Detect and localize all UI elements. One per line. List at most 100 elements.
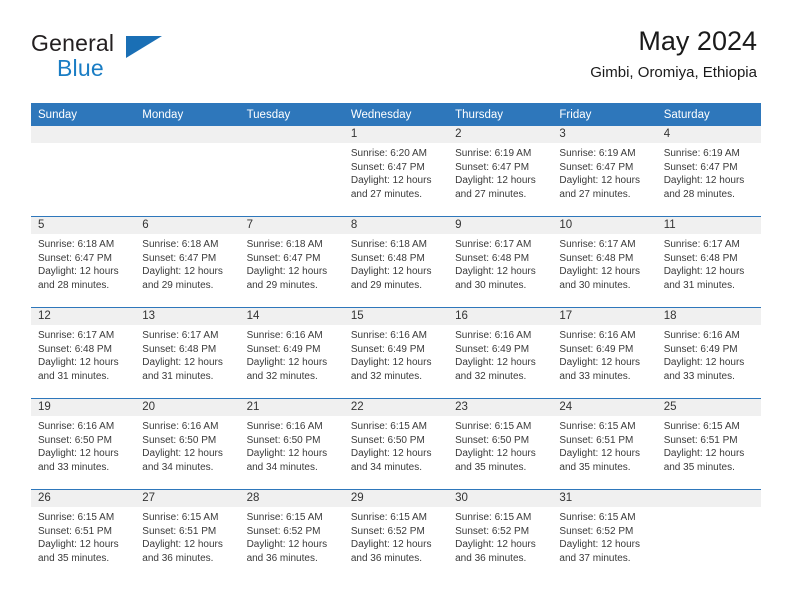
sunset-text: Sunset: 6:52 PM (455, 525, 530, 537)
sunset-text: Sunset: 6:48 PM (350, 252, 425, 264)
day-number: 6 (135, 217, 240, 234)
sunrise-text: Sunrise: 6:16 AM (559, 330, 636, 341)
day-number: 22 (343, 399, 449, 416)
day-number: 26 (31, 490, 136, 507)
general-blue-logo[interactable]: General Blue (31, 32, 211, 88)
day-details (31, 143, 135, 147)
calendar-day-cell[interactable]: 2 Sunrise: 6:19 AM Sunset: 6:47 PM Dayli… (448, 126, 553, 217)
daylight-line2: and 35 minutes. (455, 461, 527, 473)
sunset-text: Sunset: 6:50 PM (142, 434, 217, 446)
calendar-day-cell[interactable]: 7 Sunrise: 6:18 AM Sunset: 6:47 PM Dayli… (239, 216, 344, 308)
weekday-header-thursday: Thursday (448, 103, 553, 126)
sunrise-text: Sunrise: 6:15 AM (246, 512, 323, 523)
calendar-day-cell[interactable]: 11 Sunrise: 6:17 AM Sunset: 6:48 PM Dayl… (656, 216, 761, 308)
sunrise-text: Sunrise: 6:15 AM (350, 421, 427, 432)
daylight-line1: Daylight: 12 hours (350, 539, 432, 551)
day-number: 27 (135, 490, 240, 507)
calendar-day-cell[interactable]: 14 Sunrise: 6:16 AM Sunset: 6:49 PM Dayl… (239, 307, 344, 399)
sunset-text: Sunset: 6:47 PM (663, 161, 738, 173)
calendar-day-cell[interactable]: 4 Sunrise: 6:19 AM Sunset: 6:47 PM Dayli… (656, 126, 761, 217)
daylight-line2: and 35 minutes. (38, 552, 110, 564)
day-details: Sunrise: 6:18 AM Sunset: 6:48 PM Dayligh… (344, 234, 448, 292)
sunset-text: Sunset: 6:49 PM (350, 343, 425, 355)
calendar-day-cell[interactable]: 24 Sunrise: 6:15 AM Sunset: 6:51 PM Dayl… (552, 398, 657, 490)
calendar-day-cell[interactable]: 26 Sunrise: 6:15 AM Sunset: 6:51 PM Dayl… (31, 489, 136, 580)
daylight-line2: and 30 minutes. (559, 279, 631, 291)
calendar-day-cell[interactable]: 10 Sunrise: 6:17 AM Sunset: 6:48 PM Dayl… (552, 216, 657, 308)
daylight-line1: Daylight: 12 hours (350, 175, 432, 187)
daylight-line1: Daylight: 12 hours (246, 266, 328, 278)
calendar-day-cell[interactable]: 27 Sunrise: 6:15 AM Sunset: 6:51 PM Dayl… (135, 489, 240, 580)
logo-text-blue: Blue (57, 55, 104, 81)
calendar-day-cell[interactable]: 9 Sunrise: 6:17 AM Sunset: 6:48 PM Dayli… (448, 216, 553, 308)
daylight-line2: and 32 minutes. (246, 370, 318, 382)
calendar-day-cell[interactable]: 31 Sunrise: 6:15 AM Sunset: 6:52 PM Dayl… (552, 489, 657, 580)
calendar-day-cell[interactable]: 28 Sunrise: 6:15 AM Sunset: 6:52 PM Dayl… (239, 489, 344, 580)
daylight-line1: Daylight: 12 hours (455, 357, 536, 369)
calendar-day-cell[interactable] (31, 126, 136, 217)
calendar-day-cell[interactable] (239, 126, 344, 217)
daylight-line1: Daylight: 12 hours (559, 539, 641, 551)
calendar-day-cell[interactable]: 30 Sunrise: 6:15 AM Sunset: 6:52 PM Dayl… (448, 489, 553, 580)
calendar-day-cell[interactable]: 6 Sunrise: 6:18 AM Sunset: 6:47 PM Dayli… (135, 216, 240, 308)
daylight-line2: and 29 minutes. (142, 279, 214, 291)
sunrise-text: Sunrise: 6:18 AM (246, 239, 323, 250)
calendar-day-cell[interactable]: 13 Sunrise: 6:17 AM Sunset: 6:48 PM Dayl… (135, 307, 240, 399)
daylight-line2: and 36 minutes. (142, 552, 214, 564)
day-number: 21 (239, 399, 344, 416)
sunrise-text: Sunrise: 6:16 AM (663, 330, 740, 341)
sunrise-text: Sunrise: 6:18 AM (350, 239, 427, 250)
sunrise-text: Sunrise: 6:17 AM (663, 239, 740, 250)
daylight-line1: Daylight: 12 hours (559, 448, 641, 460)
daylight-line2: and 30 minutes. (455, 279, 527, 291)
daylight-line1: Daylight: 12 hours (38, 448, 119, 460)
calendar-day-cell[interactable]: 5 Sunrise: 6:18 AM Sunset: 6:47 PM Dayli… (31, 216, 136, 308)
calendar-day-cell[interactable]: 15 Sunrise: 6:16 AM Sunset: 6:49 PM Dayl… (343, 307, 449, 399)
calendar-day-cell[interactable]: 1 Sunrise: 6:20 AM Sunset: 6:47 PM Dayli… (343, 126, 449, 217)
daylight-line2: and 35 minutes. (559, 461, 631, 473)
calendar-day-cell[interactable]: 20 Sunrise: 6:16 AM Sunset: 6:50 PM Dayl… (135, 398, 240, 490)
calendar-day-cell[interactable] (135, 126, 240, 217)
day-details: Sunrise: 6:15 AM Sunset: 6:52 PM Dayligh… (552, 507, 656, 565)
day-details: Sunrise: 6:16 AM Sunset: 6:49 PM Dayligh… (344, 325, 448, 383)
calendar-day-cell[interactable]: 16 Sunrise: 6:16 AM Sunset: 6:49 PM Dayl… (448, 307, 553, 399)
day-details: Sunrise: 6:18 AM Sunset: 6:47 PM Dayligh… (135, 234, 239, 292)
day-number: 1 (343, 126, 449, 143)
calendar-day-cell[interactable]: 22 Sunrise: 6:15 AM Sunset: 6:50 PM Dayl… (343, 398, 449, 490)
sunset-text: Sunset: 6:49 PM (246, 343, 321, 355)
calendar-day-cell[interactable]: 29 Sunrise: 6:15 AM Sunset: 6:52 PM Dayl… (343, 489, 449, 580)
sunrise-text: Sunrise: 6:19 AM (663, 148, 740, 159)
calendar-day-cell[interactable]: 8 Sunrise: 6:18 AM Sunset: 6:48 PM Dayli… (343, 216, 449, 308)
sunrise-text: Sunrise: 6:16 AM (350, 330, 427, 341)
daylight-line2: and 32 minutes. (455, 370, 527, 382)
day-number: 29 (343, 490, 449, 507)
sunrise-text: Sunrise: 6:20 AM (350, 148, 427, 159)
calendar-day-cell[interactable] (656, 489, 761, 580)
day-details: Sunrise: 6:18 AM Sunset: 6:47 PM Dayligh… (31, 234, 135, 292)
calendar-day-cell[interactable]: 3 Sunrise: 6:19 AM Sunset: 6:47 PM Dayli… (552, 126, 657, 217)
daylight-line2: and 27 minutes. (559, 188, 631, 200)
sunset-text: Sunset: 6:50 PM (455, 434, 530, 446)
day-details: Sunrise: 6:15 AM Sunset: 6:52 PM Dayligh… (448, 507, 552, 565)
calendar-day-cell[interactable]: 21 Sunrise: 6:16 AM Sunset: 6:50 PM Dayl… (239, 398, 344, 490)
day-number: 3 (552, 126, 657, 143)
day-details: Sunrise: 6:19 AM Sunset: 6:47 PM Dayligh… (552, 143, 656, 201)
daylight-line1: Daylight: 12 hours (559, 266, 641, 278)
calendar-day-cell[interactable]: 19 Sunrise: 6:16 AM Sunset: 6:50 PM Dayl… (31, 398, 136, 490)
calendar-day-cell[interactable]: 23 Sunrise: 6:15 AM Sunset: 6:50 PM Dayl… (448, 398, 553, 490)
day-number: 14 (239, 308, 344, 325)
sunrise-text: Sunrise: 6:16 AM (142, 421, 219, 432)
calendar-day-cell[interactable]: 17 Sunrise: 6:16 AM Sunset: 6:49 PM Dayl… (552, 307, 657, 399)
day-details: Sunrise: 6:15 AM Sunset: 6:50 PM Dayligh… (344, 416, 448, 474)
sunrise-text: Sunrise: 6:15 AM (559, 512, 636, 523)
sunset-text: Sunset: 6:50 PM (350, 434, 425, 446)
daylight-line1: Daylight: 12 hours (350, 448, 432, 460)
day-number: 23 (448, 399, 553, 416)
sunset-text: Sunset: 6:51 PM (663, 434, 738, 446)
calendar-day-cell[interactable]: 25 Sunrise: 6:15 AM Sunset: 6:51 PM Dayl… (656, 398, 761, 490)
daylight-line2: and 31 minutes. (38, 370, 110, 382)
calendar-day-cell[interactable]: 18 Sunrise: 6:16 AM Sunset: 6:49 PM Dayl… (656, 307, 761, 399)
day-details: Sunrise: 6:17 AM Sunset: 6:48 PM Dayligh… (657, 234, 761, 292)
daylight-line2: and 35 minutes. (663, 461, 735, 473)
calendar-day-cell[interactable]: 12 Sunrise: 6:17 AM Sunset: 6:48 PM Dayl… (31, 307, 136, 399)
